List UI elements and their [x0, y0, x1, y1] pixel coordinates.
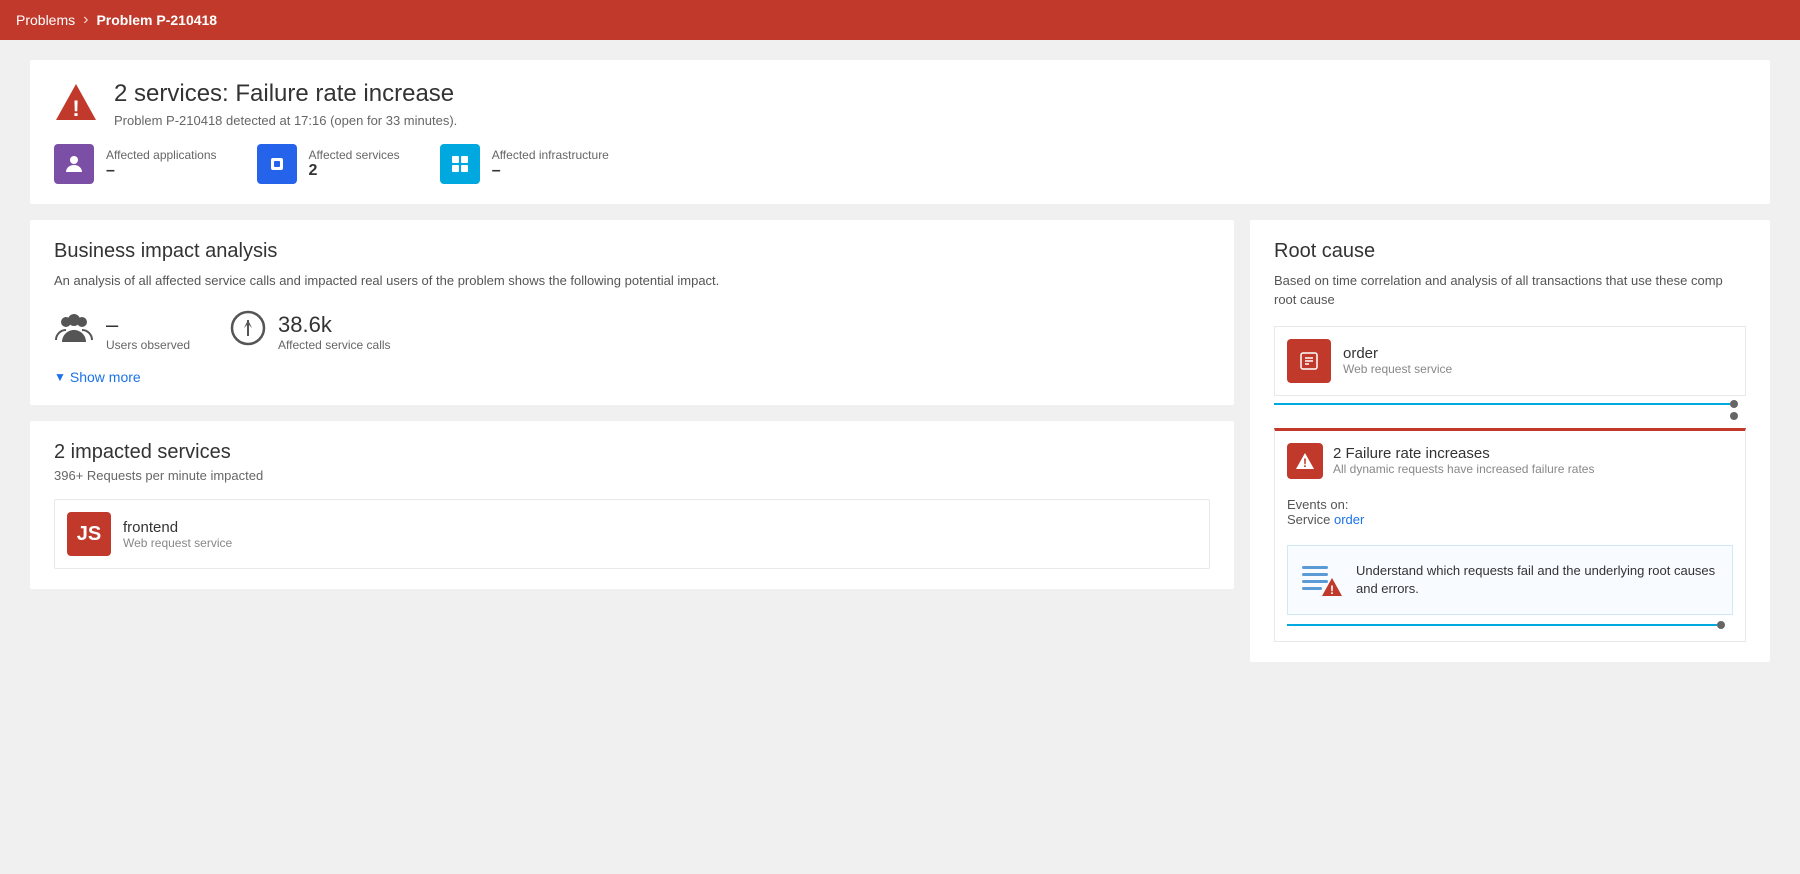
events-service-link[interactable]: order	[1334, 512, 1364, 527]
affected-calls-value: 38.6k	[278, 312, 391, 338]
main-content: ! 2 services: Failure rate increase Prob…	[0, 40, 1800, 682]
affected-services-value: 2	[309, 162, 400, 180]
understand-box[interactable]: ! Understand which requests fail and the…	[1287, 545, 1733, 615]
users-observed-label: Users observed	[106, 338, 190, 352]
service-icon-frontend: JS	[67, 512, 111, 556]
affected-infra-value: –	[492, 162, 609, 180]
failure-rate-card: ! 2 Failure rate increases All dynamic r…	[1274, 428, 1746, 642]
timeline-dot-1	[1730, 400, 1738, 408]
bottom-line	[1287, 624, 1717, 626]
root-cause-desc: Based on time correlation and analysis o…	[1274, 271, 1746, 310]
root-service-order[interactable]: order Web request service	[1274, 326, 1746, 396]
warning-icon: !	[54, 80, 98, 124]
timeline-row-1	[1274, 400, 1738, 408]
svg-text:!: !	[72, 96, 79, 121]
business-impact-card: Business impact analysis An analysis of …	[30, 220, 1234, 406]
business-impact-title: Business impact analysis	[54, 240, 1210, 263]
problem-subtitle: Problem P-210418 detected at 17:16 (open…	[114, 113, 457, 128]
affected-apps-info: Affected applications –	[106, 148, 217, 180]
service-item-frontend[interactable]: JS frontend Web request service	[54, 499, 1210, 569]
affected-infra-label: Affected infrastructure	[492, 148, 609, 162]
service-info: frontend Web request service	[123, 519, 232, 550]
two-col-layout: Business impact analysis An analysis of …	[30, 220, 1770, 662]
service-type-frontend: Web request service	[123, 536, 232, 550]
affected-calls-stat: 38.6k Affected service calls	[230, 310, 391, 353]
svg-text:!: !	[1330, 583, 1334, 597]
root-service-icon	[1287, 339, 1331, 383]
service-name-frontend: frontend	[123, 519, 232, 536]
impacted-services-title: 2 impacted services	[54, 441, 1210, 464]
impacted-services-card: 2 impacted services 396+ Requests per mi…	[30, 421, 1234, 589]
affected-services-label: Affected services	[309, 148, 400, 162]
breadcrumb-current: Problem P-210418	[96, 12, 217, 28]
root-cause-title: Root cause	[1274, 240, 1746, 263]
root-cause-panel: Root cause Based on time correlation and…	[1250, 220, 1770, 662]
problem-title: 2 services: Failure rate increase	[114, 80, 457, 109]
service-label: Service	[1287, 512, 1330, 527]
understand-text: Understand which requests fail and the u…	[1356, 562, 1720, 598]
svg-text:!: !	[1303, 456, 1307, 470]
bottom-dot	[1717, 621, 1725, 629]
affected-row: Affected applications – Affected service…	[54, 144, 1746, 184]
business-impact-desc: An analysis of all affected service call…	[54, 271, 1210, 291]
bottom-timeline	[1287, 621, 1725, 629]
calls-icon	[230, 310, 266, 353]
failure-info: 2 Failure rate increases All dynamic req…	[1333, 445, 1594, 476]
show-more-button[interactable]: ▼ Show more	[54, 369, 1210, 385]
failure-title: 2 Failure rate increases	[1333, 445, 1594, 462]
affected-services-info: Affected services 2	[309, 148, 400, 180]
users-icon	[54, 312, 94, 351]
affected-apps-icon	[54, 144, 94, 184]
failure-subtitle: All dynamic requests have increased fail…	[1333, 462, 1594, 476]
root-service-type: Web request service	[1343, 362, 1452, 376]
show-more-label: Show more	[70, 369, 141, 385]
affected-apps-label: Affected applications	[106, 148, 217, 162]
affected-infrastructure[interactable]: Affected infrastructure –	[440, 144, 609, 184]
root-service-wrapper: order Web request service	[1274, 326, 1746, 420]
timeline-dot-2	[1730, 412, 1738, 420]
root-service-info: order Web request service	[1343, 345, 1452, 376]
events-service-row: Service order	[1287, 512, 1733, 527]
chevron-down-icon: ▼	[54, 370, 66, 384]
events-section: Events on: Service order	[1287, 487, 1733, 537]
impacted-services-subtitle: 396+ Requests per minute impacted	[54, 468, 1210, 483]
understand-icon: !	[1300, 558, 1344, 602]
breadcrumb-problems[interactable]: Problems	[16, 12, 75, 28]
users-observed-value: –	[106, 312, 190, 338]
users-observed-stat: – Users observed	[54, 310, 190, 353]
affected-apps-value: –	[106, 162, 217, 180]
timeline-line	[1274, 403, 1730, 405]
affected-infra-info: Affected infrastructure –	[492, 148, 609, 180]
left-column: Business impact analysis An analysis of …	[30, 220, 1234, 662]
problem-title-row: ! 2 services: Failure rate increase Prob…	[54, 80, 1746, 128]
problem-title-text: 2 services: Failure rate increase Proble…	[114, 80, 457, 128]
failure-header: ! 2 Failure rate increases All dynamic r…	[1287, 443, 1733, 479]
affected-infra-icon	[440, 144, 480, 184]
failure-icon: !	[1287, 443, 1323, 479]
stats-row: – Users observed	[54, 310, 1210, 353]
affected-services-icon	[257, 144, 297, 184]
breadcrumb-bar: Problems › Problem P-210418	[0, 0, 1800, 40]
problem-header-card: ! 2 services: Failure rate increase Prob…	[30, 60, 1770, 204]
affected-services[interactable]: Affected services 2	[257, 144, 400, 184]
affected-calls-label: Affected service calls	[278, 338, 391, 352]
root-service-name: order	[1343, 345, 1452, 362]
affected-applications[interactable]: Affected applications –	[54, 144, 217, 184]
breadcrumb-separator: ›	[83, 11, 88, 29]
timeline-row-2	[1274, 412, 1738, 420]
events-on-label: Events on:	[1287, 497, 1733, 512]
